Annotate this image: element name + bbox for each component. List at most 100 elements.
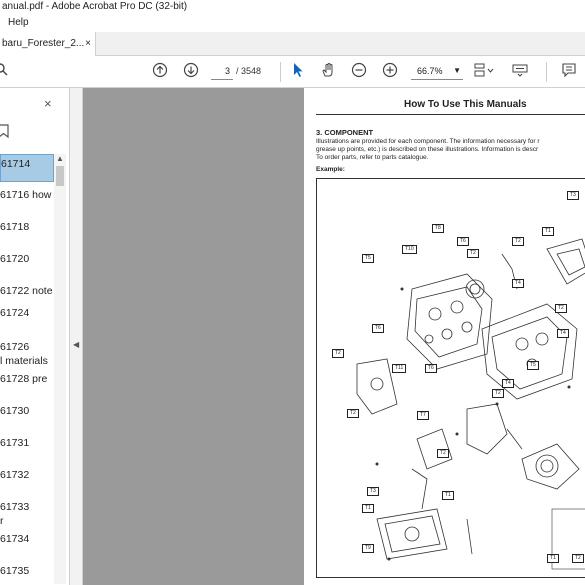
zoom-in-icon[interactable]	[381, 62, 399, 82]
bookmark-item[interactable]: 61731	[0, 436, 54, 450]
torque-label: T2	[555, 304, 567, 313]
page-view-icon[interactable]	[472, 62, 496, 82]
keyboard-icon[interactable]	[510, 62, 530, 82]
bookmark-item[interactable]: 61716 how	[0, 188, 54, 202]
torque-label: T2	[572, 554, 584, 563]
body-text: To order parts, refer to parts catalogue…	[316, 154, 429, 161]
comment-icon[interactable]	[560, 62, 578, 82]
bookmark-label-continued: l materials	[0, 355, 48, 367]
document-view[interactable]: How To Use This Manuals 3. COMPONENT Ill…	[295, 88, 585, 585]
scroll-thumb[interactable]	[56, 166, 64, 186]
bookmark-item[interactable]: 61720	[0, 252, 54, 266]
bookmark-label: 61718	[0, 221, 30, 233]
next-page-icon[interactable]	[182, 62, 200, 82]
torque-label: T1	[542, 227, 554, 236]
torque-label: T2	[347, 409, 359, 418]
bookmark-label: 61724	[0, 307, 30, 319]
bookmark-item[interactable]: 61722 note	[0, 284, 54, 298]
zoom-out-icon[interactable]	[350, 62, 368, 82]
document-tab-label: baru_Forester_2...	[2, 38, 85, 49]
bookmark-item[interactable]: 61733 r	[0, 500, 54, 528]
torque-label: T2	[467, 249, 479, 258]
bookmark-label: 61733	[0, 501, 30, 513]
torque-label: T3	[567, 191, 579, 200]
page-count: / 3548	[236, 66, 262, 76]
bookmark-item[interactable]: 61714	[0, 154, 54, 182]
bookmark-label: 61722 note	[0, 285, 53, 297]
menu-help[interactable]: Help	[8, 14, 29, 32]
bookmark-item[interactable]: 61726 l materials	[0, 340, 54, 368]
torque-label: T9	[362, 544, 374, 553]
page-number-input[interactable]: 3	[211, 62, 233, 80]
bookmark-item[interactable]: 61728 pre	[0, 372, 54, 386]
close-tab-icon[interactable]: ×	[85, 32, 91, 56]
bookmark-label: 61714	[1, 158, 31, 170]
bookmark-options-icon[interactable]	[0, 124, 10, 141]
torque-label: T5	[527, 361, 539, 370]
section-title: 3. COMPONENT	[316, 128, 374, 137]
tab-bar: baru_Forester_2... ×	[0, 32, 585, 56]
torque-label: T4	[502, 379, 514, 388]
torque-label: T3	[367, 487, 379, 496]
toolbar-separator	[280, 62, 281, 82]
torque-label: T2	[492, 389, 504, 398]
bookmark-label: 61716 how	[0, 189, 52, 201]
torque-label: T2	[512, 237, 524, 246]
header-rule	[316, 114, 585, 115]
bookmarks-panel: × 61714 61716 how 61718 61720 61722 note 6172…	[0, 88, 70, 585]
torque-label: T10	[402, 245, 417, 254]
bookmark-label: 61728 pre	[0, 373, 48, 385]
torque-label: T6	[425, 364, 437, 373]
bookmark-item[interactable]: 61732	[0, 468, 54, 482]
scroll-up-icon[interactable]: ▲	[56, 154, 64, 163]
document-background	[83, 88, 295, 585]
body-text: Illustrations are provided for each comp…	[316, 138, 540, 145]
bookmark-item[interactable]: 61724	[0, 306, 54, 320]
torque-label: T2	[332, 349, 344, 358]
bookmark-label: 61730	[0, 405, 30, 417]
engine-illustration	[356, 238, 585, 570]
torque-label: T1	[442, 491, 454, 500]
torque-label: T4	[557, 329, 569, 338]
toolbar	[0, 56, 585, 88]
close-panel-icon[interactable]: ×	[44, 96, 52, 111]
bookmark-label: 61726	[0, 341, 30, 353]
torque-label: T1	[362, 504, 374, 513]
torque-label: T4	[512, 279, 524, 288]
zoom-select[interactable]: 66.7% ▼	[411, 62, 463, 80]
bookmark-item[interactable]: 61734	[0, 532, 54, 546]
menu-bar: Help	[0, 14, 585, 32]
bookmark-scrollbar[interactable]: ▲	[54, 154, 66, 584]
bookmark-label: 61720	[0, 253, 30, 265]
pdf-page: How To Use This Manuals 3. COMPONENT Ill…	[304, 88, 585, 585]
chevron-down-icon: ▼	[453, 66, 461, 75]
exploded-view-figure: T3 T8 T6 T2 T10 T5 T1 T2 T4 T6 T2 T4 T11 T6 T5 T4 T2 T2 T7…	[316, 178, 585, 578]
torque-label: T5	[362, 254, 374, 263]
panel-collapse-handle[interactable]: ◀	[70, 88, 83, 585]
bookmark-label: 61731	[0, 437, 30, 449]
torque-label: T8	[432, 224, 444, 233]
previous-page-icon[interactable]	[151, 62, 169, 82]
torque-label: T11	[392, 364, 407, 373]
page-header: How To Use This Manuals	[404, 99, 527, 110]
collapse-arrow-icon: ◀	[73, 340, 80, 349]
torque-label: T6	[372, 324, 384, 333]
torque-label: T7	[417, 411, 429, 420]
bookmark-label: 61734	[0, 533, 30, 545]
torque-label: T1	[547, 554, 559, 563]
document-tab[interactable]: baru_Forester_2... ×	[0, 32, 96, 56]
window-title: anual.pdf - Adobe Acrobat Pro DC (32-bit…	[0, 0, 585, 14]
bookmark-item[interactable]: 61735	[0, 564, 54, 578]
torque-label: T6	[457, 237, 469, 246]
bookmark-item[interactable]: 61718	[0, 220, 54, 234]
toolbar-separator	[546, 62, 547, 82]
zoom-search-icon[interactable]	[0, 62, 10, 82]
body-text: grease up points, etc.) is described on …	[316, 146, 539, 153]
torque-label: T2	[437, 449, 449, 458]
example-label: Example:	[316, 166, 345, 173]
bookmark-label: 61735	[0, 565, 30, 577]
select-cursor-icon[interactable]	[290, 62, 306, 82]
hand-tool-icon[interactable]	[319, 62, 337, 82]
bookmark-label: 61732	[0, 469, 30, 481]
bookmark-item[interactable]: 61730	[0, 404, 54, 418]
